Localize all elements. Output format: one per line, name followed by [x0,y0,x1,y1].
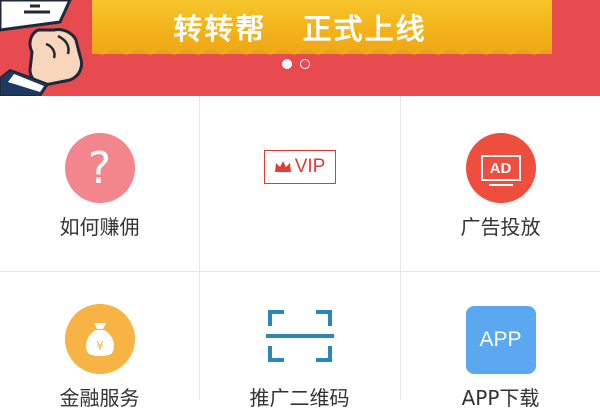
question-icon: ? [64,133,135,203]
vip-text: VIP [294,156,326,177]
bag-shape: ¥ [85,323,114,356]
question-mark: ? [87,142,112,194]
ad-text: AD [489,159,512,177]
grid-item-financial-services[interactable]: ¥ 金融服务 [0,272,199,410]
grid-item-how-to-earn[interactable]: ? 如何赚佣 [0,96,199,271]
feature-grid: ? 如何赚佣 VIP AD 广告投放 ¥ 金融服务 推广二维码 APP APP下… [0,96,600,410]
grid-item-app-download[interactable]: APP APP下载 [401,272,600,410]
grid-item-label: 广告投放 [460,215,541,239]
crown-icon [274,161,291,172]
grid-item-vip[interactable]: VIP [200,96,399,271]
grid-item-promo-qr[interactable]: 推广二维码 [200,272,399,410]
ad-icon: AD [465,133,536,203]
vip-crown-icon: VIP [263,150,336,184]
grid-item-label: 推广二维码 [249,386,350,410]
qr-scan-icon [265,310,334,362]
money-bag-icon: ¥ [64,304,135,374]
app-text: APP [479,328,522,351]
carousel-dot-1[interactable] [282,59,292,69]
carousel-dots [282,59,310,69]
grid-item-label: 如何赚佣 [59,215,140,239]
app-icon: APP [465,306,536,374]
promo-banner[interactable]: 转转帮 正式上线 [0,0,600,96]
grid-item-label: 金融服务 [59,386,140,410]
carousel-dot-2[interactable] [300,59,310,69]
ad-screen: AD [480,155,521,186]
grid-item-label: APP下载 [461,386,540,410]
megaphone-icon [0,0,84,96]
grid-item-ad-placement[interactable]: AD 广告投放 [401,96,600,271]
svg-text:¥: ¥ [96,339,104,353]
